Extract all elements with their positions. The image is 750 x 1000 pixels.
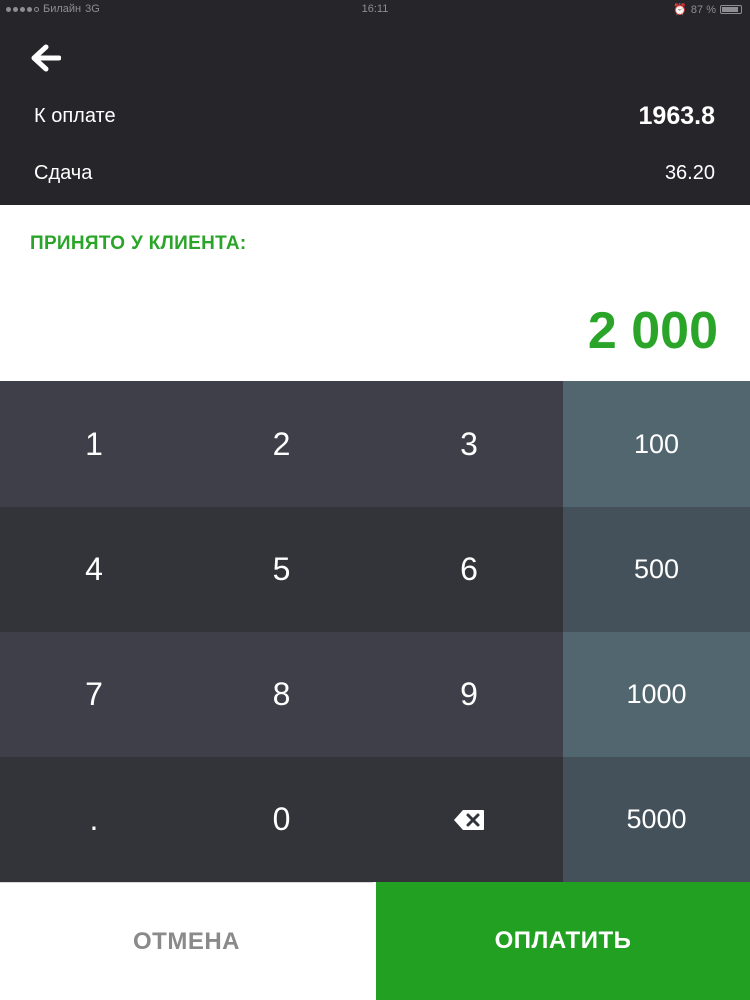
key-5[interactable]: 5 xyxy=(188,507,375,632)
to-pay-value: 1963.8 xyxy=(638,102,715,130)
battery-icon xyxy=(720,5,742,14)
back-button[interactable] xyxy=(26,38,66,78)
cancel-button[interactable]: ОТМЕНА xyxy=(0,882,373,1000)
key-2[interactable]: 2 xyxy=(188,381,375,507)
alarm-icon: ⏰ xyxy=(673,4,687,16)
to-pay-row: К оплате 1963.8 xyxy=(34,102,715,131)
key-0[interactable]: 0 xyxy=(188,757,375,882)
key-8[interactable]: 8 xyxy=(188,632,375,757)
key-6[interactable]: 6 xyxy=(375,507,563,632)
pay-button[interactable]: ОПЛАТИТЬ xyxy=(376,882,750,1000)
to-pay-label: К оплате xyxy=(34,105,116,127)
received-amount-input[interactable]: 2 000 xyxy=(588,301,718,361)
key-1[interactable]: 1 xyxy=(0,381,188,507)
received-title: ПРИНЯТО У КЛИЕНТА: xyxy=(30,233,247,254)
status-bar: Билайн 3G 16:11 ⏰ 87 % xyxy=(0,0,750,20)
key-4[interactable]: 4 xyxy=(0,507,188,632)
quick-amount-100[interactable]: 100 xyxy=(563,381,750,507)
change-label: Сдача xyxy=(34,162,93,184)
payment-header: К оплате 1963.8 Сдача 36.20 xyxy=(0,20,750,205)
status-right: ⏰ 87 % xyxy=(673,3,742,16)
change-value: 36.20 xyxy=(664,162,715,184)
numeric-keypad: 1 2 3 100 4 5 6 500 7 8 9 1000 . 0 5000 xyxy=(0,381,750,882)
key-3[interactable]: 3 xyxy=(375,381,563,507)
quick-amount-5000[interactable]: 5000 xyxy=(563,757,750,882)
change-row: Сдача 36.20 xyxy=(34,162,715,185)
received-panel: ПРИНЯТО У КЛИЕНТА: 2 000 xyxy=(0,205,750,381)
quick-amount-500[interactable]: 500 xyxy=(563,507,750,632)
status-time: 16:11 xyxy=(361,3,389,15)
backspace-button[interactable] xyxy=(375,757,563,882)
arrow-left-icon xyxy=(31,44,61,72)
backspace-icon xyxy=(454,809,484,830)
action-bar: ОТМЕНА ОПЛАТИТЬ xyxy=(0,882,750,1000)
key-decimal[interactable]: . xyxy=(0,757,188,882)
key-7[interactable]: 7 xyxy=(0,632,188,757)
battery-percent: 87 % xyxy=(690,3,716,16)
key-9[interactable]: 9 xyxy=(375,632,563,757)
quick-amount-1000[interactable]: 1000 xyxy=(563,632,750,757)
